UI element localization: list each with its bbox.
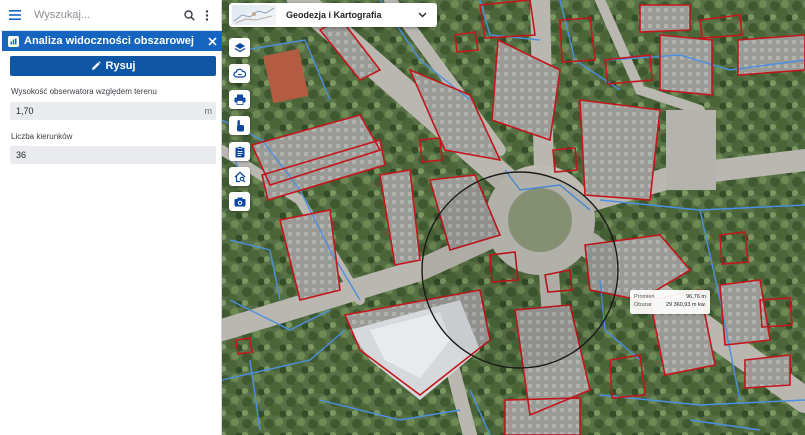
draw-button-label: Rysuj	[105, 60, 136, 72]
observer-height-label: Wysokość obserwatora względem terenu	[11, 87, 157, 96]
directions-value: 36	[16, 150, 27, 160]
cloud-icon	[233, 68, 246, 78]
tool-title: Analiza widoczności obszarowej	[24, 35, 194, 47]
search-button[interactable]	[180, 3, 198, 27]
observer-height-unit: m	[204, 106, 213, 116]
radius-value: 96,76 m	[686, 294, 706, 300]
touch-icon	[237, 120, 244, 132]
clipboard-icon	[235, 145, 244, 157]
observer-height-value: 1,70	[16, 106, 34, 116]
more-options-button[interactable]	[198, 3, 216, 27]
close-icon	[207, 36, 217, 46]
print-icon	[234, 94, 245, 105]
chart-icon	[8, 35, 19, 47]
area-label: Obszar	[634, 302, 652, 308]
more-vertical-icon	[205, 9, 209, 21]
tool-header: Analiza widoczności obszarowej	[2, 31, 222, 51]
hamburger-icon	[9, 10, 21, 20]
search-icon	[183, 9, 195, 21]
directions-label: Liczba kierunków	[11, 132, 73, 141]
observer-height-field[interactable]: 1,70 m	[10, 102, 216, 120]
print-button[interactable]	[229, 90, 250, 109]
screenshot-button[interactable]	[229, 192, 250, 211]
draw-button[interactable]: Rysuj	[10, 56, 216, 76]
map-composition-label: Geodezja i Kartografia	[286, 10, 382, 20]
touch-info-button[interactable]	[229, 116, 250, 135]
directions-field[interactable]: 36	[10, 146, 216, 164]
layers-icon	[234, 42, 245, 52]
chevron-down-icon	[413, 12, 431, 18]
property-search-button[interactable]	[229, 167, 250, 186]
area-value: 29 360,93 m kw.	[665, 302, 706, 308]
tool-panel: Analiza widoczności obszarowej Rysuj Wys…	[0, 0, 222, 435]
radius-label: Promień	[634, 294, 655, 300]
clipboard-button[interactable]	[229, 142, 250, 161]
menu-button[interactable]	[0, 0, 30, 30]
layers-button[interactable]	[229, 38, 250, 57]
measurement-tooltip: Promień 96,76 m Obszar 29 360,93 m kw.	[630, 290, 710, 314]
pencil-icon	[91, 61, 101, 70]
camera-icon	[234, 197, 245, 206]
search-bar	[0, 0, 222, 31]
map-thumbnail	[232, 5, 276, 25]
map-composition-selector[interactable]: Geodezja i Kartografia	[229, 3, 437, 27]
home-search-icon	[234, 171, 245, 182]
wms-button[interactable]	[229, 64, 250, 83]
close-button[interactable]	[202, 31, 222, 51]
search-input[interactable]	[30, 3, 180, 27]
